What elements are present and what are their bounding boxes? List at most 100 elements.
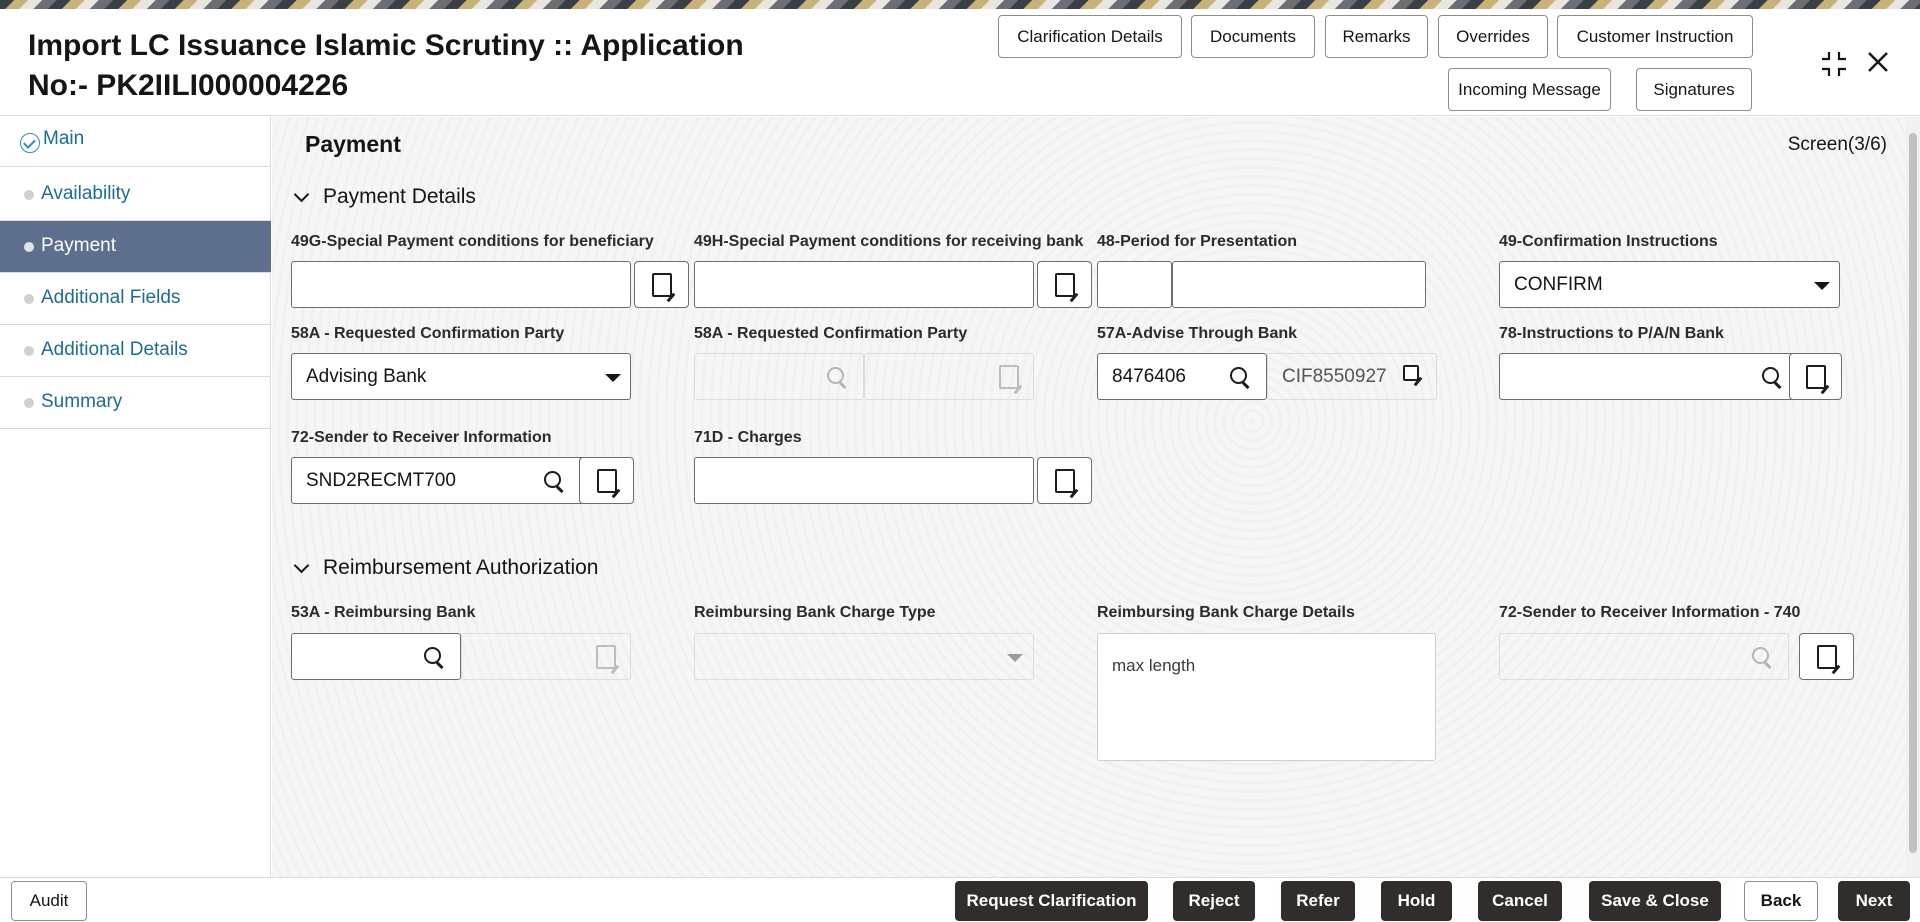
field-label: 48-Period for Presentation <box>1097 233 1297 251</box>
field-label: Reimbursing Bank Charge Details <box>1097 604 1355 622</box>
edit-72-740-button[interactable] <box>1799 633 1854 680</box>
step-dot-icon <box>24 346 34 356</box>
field-label: 58A - Requested Confirmation Party <box>291 325 564 343</box>
search-icon[interactable] <box>544 471 564 491</box>
customer-instruction-button[interactable]: Customer Instruction <box>1557 15 1753 58</box>
check-circle-icon <box>20 133 40 153</box>
sidebar-item-payment[interactable]: Payment <box>0 221 271 273</box>
field-label: 57A-Advise Through Bank <box>1097 325 1297 343</box>
reimbursing-charge-details-textarea[interactable]: max length <box>1097 633 1436 761</box>
edit-72-button[interactable] <box>579 457 634 504</box>
field-label: 49-Confirmation Instructions <box>1499 233 1718 251</box>
chevron-down-icon <box>294 186 310 202</box>
vertical-scrollbar[interactable] <box>1906 117 1920 877</box>
document-edit-icon[interactable] <box>1403 365 1419 381</box>
special-payment-receiving-bank-input[interactable] <box>694 261 1034 308</box>
sidebar-item-label: Availability <box>41 183 130 205</box>
field-label: 53A - Reimbursing Bank <box>291 604 475 622</box>
main-content: Payment Screen(3/6) Payment Details 49G-… <box>272 117 1906 877</box>
caret-down-icon <box>605 374 621 382</box>
top-decorative-strip <box>0 0 1920 9</box>
request-clarification-button[interactable]: Request Clarification <box>955 881 1148 921</box>
sidebar-item-label: Payment <box>41 235 116 257</box>
edit-49h-button[interactable] <box>1037 261 1092 308</box>
field-label: 72-Sender to Receiver Information <box>291 429 552 447</box>
field-label: 72-Sender to Receiver Information - 740 <box>1499 604 1800 622</box>
confirmation-instructions-select[interactable]: CONFIRM <box>1499 261 1840 308</box>
chevron-down-icon <box>294 557 310 573</box>
step-dot-icon <box>24 190 34 200</box>
edit-71d-button[interactable] <box>1037 457 1092 504</box>
step-dot-icon <box>24 294 34 304</box>
section-heading: Reimbursement Authorization <box>323 556 598 580</box>
period-presentation-days-input[interactable] <box>1097 261 1172 308</box>
payment-details-section-toggle[interactable]: Payment Details <box>292 185 476 209</box>
refer-button[interactable]: Refer <box>1281 881 1355 921</box>
edit-49g-button[interactable] <box>634 261 689 308</box>
save-close-button[interactable]: Save & Close <box>1589 881 1721 921</box>
sidebar-item-main[interactable]: Main <box>0 117 271 167</box>
documents-button[interactable]: Documents <box>1191 15 1315 58</box>
sidebar-item-label: Additional Details <box>41 339 188 361</box>
sidebar: Main Availability Payment Additional Fie… <box>0 117 271 877</box>
period-presentation-narrative-input[interactable] <box>1172 261 1426 308</box>
header: Import LC Issuance Islamic Scrutiny :: A… <box>0 9 1920 116</box>
document-edit-icon <box>652 273 672 297</box>
sender-receiver-info-740-input <box>1499 633 1789 680</box>
sidebar-item-additional-fields[interactable]: Additional Fields <box>0 273 271 325</box>
document-edit-icon <box>999 365 1019 389</box>
screen-indicator: Screen(3/6) <box>1788 134 1887 156</box>
requested-confirmation-party-select[interactable]: Advising Bank <box>291 353 631 400</box>
page-title: Payment <box>305 131 401 158</box>
search-icon[interactable] <box>1230 367 1250 387</box>
select-value: CONFIRM <box>1514 274 1603 296</box>
field-label: 78-Instructions to P/A/N Bank <box>1499 325 1724 343</box>
page-header-title: Import LC Issuance Islamic Scrutiny :: A… <box>28 26 788 106</box>
document-edit-icon <box>1055 469 1075 493</box>
reject-button[interactable]: Reject <box>1173 881 1255 921</box>
cancel-button[interactable]: Cancel <box>1478 881 1562 921</box>
edit-78-button[interactable] <box>1789 353 1842 400</box>
document-edit-icon <box>596 645 616 669</box>
instructions-pan-bank-input[interactable] <box>1499 353 1799 400</box>
maximize-icon[interactable] <box>1820 50 1848 83</box>
sidebar-item-summary[interactable]: Summary <box>0 377 271 429</box>
signatures-button[interactable]: Signatures <box>1636 68 1752 111</box>
audit-button[interactable]: Audit <box>11 881 87 921</box>
search-icon[interactable] <box>1762 367 1782 387</box>
caret-down-icon <box>1814 282 1830 290</box>
special-payment-beneficiary-input[interactable] <box>291 261 631 308</box>
overrides-button[interactable]: Overrides <box>1438 15 1548 58</box>
field-label: 58A - Requested Confirmation Party <box>694 325 967 343</box>
charges-input[interactable] <box>694 457 1034 504</box>
document-edit-icon <box>1817 645 1837 669</box>
remarks-button[interactable]: Remarks <box>1325 15 1428 58</box>
caret-down-icon <box>1007 654 1023 662</box>
reimbursing-charge-type-select <box>694 633 1034 680</box>
field-label: Reimbursing Bank Charge Type <box>694 604 936 622</box>
footer: Audit Request Clarification Reject Refer… <box>0 877 1920 922</box>
hold-button[interactable]: Hold <box>1381 881 1452 921</box>
sidebar-item-additional-details[interactable]: Additional Details <box>0 325 271 377</box>
document-edit-icon <box>597 469 617 493</box>
sidebar-item-availability[interactable]: Availability <box>0 169 271 221</box>
close-icon[interactable] <box>1866 50 1890 79</box>
sidebar-item-label: Main <box>43 128 84 150</box>
reimbursement-section-toggle[interactable]: Reimbursement Authorization <box>292 556 598 580</box>
step-dot-icon <box>24 398 34 408</box>
field-label: 49H-Special Payment conditions for recei… <box>694 233 1083 251</box>
clarification-details-button[interactable]: Clarification Details <box>998 15 1182 58</box>
field-label: 71D - Charges <box>694 429 802 447</box>
incoming-message-button[interactable]: Incoming Message <box>1448 68 1611 111</box>
back-button[interactable]: Back <box>1744 881 1818 921</box>
search-icon <box>827 367 847 387</box>
sidebar-item-label: Summary <box>41 391 122 413</box>
sender-receiver-info-input[interactable]: SND2RECMT700 <box>291 457 585 504</box>
scrollbar-thumb[interactable] <box>1909 133 1917 853</box>
field-label: 49G-Special Payment conditions for benef… <box>291 233 654 251</box>
document-edit-icon <box>1055 273 1075 297</box>
search-icon[interactable] <box>424 647 444 667</box>
document-edit-icon <box>1806 365 1826 389</box>
next-button[interactable]: Next <box>1838 881 1910 921</box>
step-dot-icon <box>24 242 34 252</box>
